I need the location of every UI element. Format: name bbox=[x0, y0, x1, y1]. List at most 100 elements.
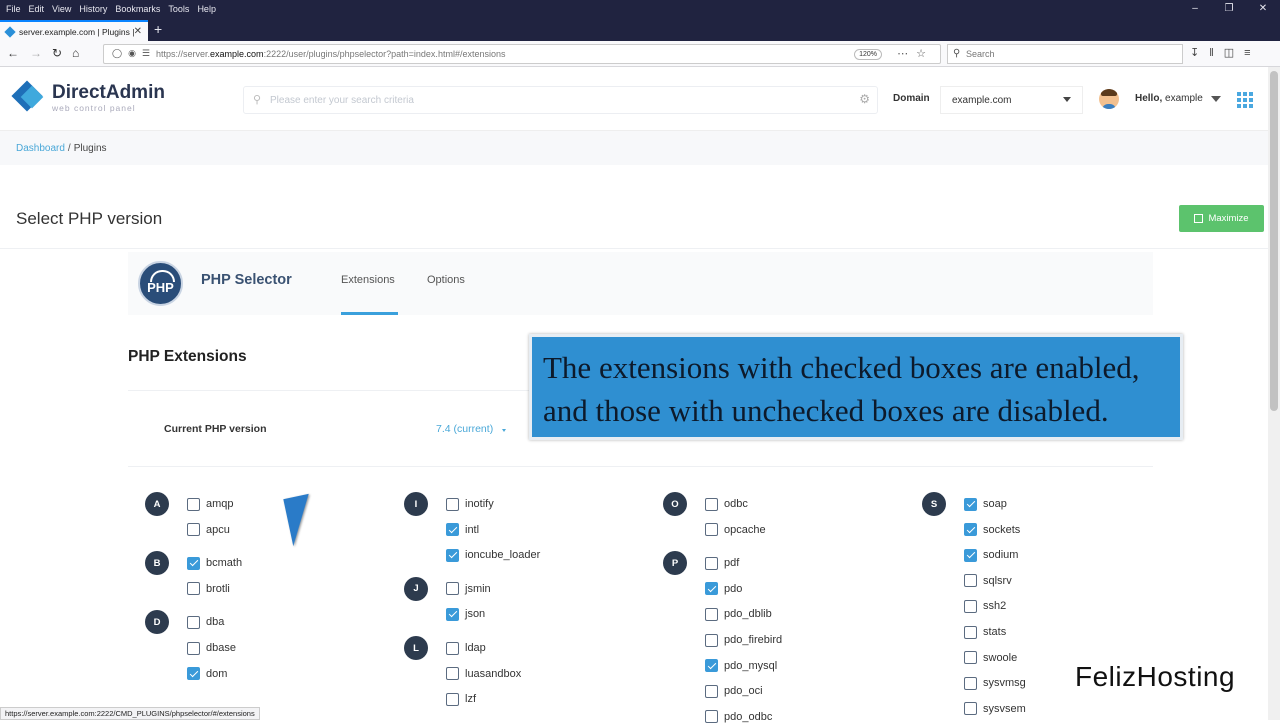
close-window-icon[interactable]: ✕ bbox=[1246, 0, 1280, 18]
extension-checkbox[interactable] bbox=[705, 607, 718, 621]
extension-ssh2[interactable]: ssh2 bbox=[964, 599, 1006, 613]
extension-apcu[interactable]: apcu bbox=[187, 523, 230, 537]
extension-pdo_odbc[interactable]: pdo_odbc bbox=[705, 710, 772, 724]
page-scrollbar[interactable] bbox=[1268, 67, 1280, 720]
extension-checkbox[interactable] bbox=[705, 684, 718, 698]
menu-tools[interactable]: Tools bbox=[168, 4, 189, 14]
extension-luasandbox[interactable]: luasandbox bbox=[446, 667, 521, 681]
breadcrumb-dashboard[interactable]: Dashboard bbox=[16, 143, 65, 154]
extension-sysvmsg[interactable]: sysvmsg bbox=[964, 676, 1026, 690]
extension-checkbox[interactable] bbox=[187, 667, 200, 681]
extension-sysvsem[interactable]: sysvsem bbox=[964, 702, 1026, 716]
extension-checkbox[interactable] bbox=[964, 574, 977, 588]
extension-checkbox[interactable] bbox=[705, 497, 718, 511]
zoom-level[interactable]: 120% bbox=[854, 49, 882, 60]
chevron-down-icon[interactable] bbox=[502, 429, 506, 432]
php-version-select[interactable]: 7.4 (current) bbox=[436, 423, 493, 435]
extension-ioncube_loader[interactable]: ioncube_loader bbox=[446, 548, 540, 562]
extension-checkbox[interactable] bbox=[446, 497, 459, 511]
scrollbar-thumb[interactable] bbox=[1270, 71, 1278, 411]
extension-checkbox[interactable] bbox=[964, 651, 977, 665]
extension-checkbox[interactable] bbox=[705, 523, 718, 537]
extension-dbase[interactable]: dbase bbox=[187, 641, 236, 655]
extension-checkbox[interactable] bbox=[446, 607, 459, 621]
extension-checkbox[interactable] bbox=[964, 497, 977, 511]
extension-checkbox[interactable] bbox=[446, 523, 459, 537]
extension-pdo_firebird[interactable]: pdo_firebird bbox=[705, 633, 782, 647]
header-search-input[interactable]: ⚲ Please enter your search criteria ⚙ bbox=[243, 86, 878, 114]
menu-view[interactable]: View bbox=[52, 4, 71, 14]
back-icon[interactable]: ← bbox=[7, 46, 19, 60]
extension-checkbox[interactable] bbox=[446, 548, 459, 562]
domain-select[interactable]: example.com bbox=[940, 86, 1083, 114]
extension-pdo_dblib[interactable]: pdo_dblib bbox=[705, 607, 772, 621]
extension-pdo_mysql[interactable]: pdo_mysql bbox=[705, 659, 777, 673]
toolbar-icons[interactable]: ↧‖◫≡ bbox=[1190, 46, 1261, 59]
extension-checkbox[interactable] bbox=[705, 710, 718, 724]
extension-checkbox[interactable] bbox=[705, 556, 718, 570]
extension-jsmin[interactable]: jsmin bbox=[446, 582, 491, 596]
extension-checkbox[interactable] bbox=[187, 582, 200, 596]
extension-checkbox[interactable] bbox=[187, 497, 200, 511]
extension-dom[interactable]: dom bbox=[187, 667, 227, 681]
tab-options[interactable]: Options bbox=[427, 274, 465, 286]
extension-checkbox[interactable] bbox=[705, 582, 718, 596]
extension-checkbox[interactable] bbox=[446, 692, 459, 706]
extension-pdo[interactable]: pdo bbox=[705, 582, 742, 596]
menu-file[interactable]: File bbox=[6, 4, 21, 14]
extension-checkbox[interactable] bbox=[964, 523, 977, 537]
extension-stats[interactable]: stats bbox=[964, 625, 1006, 639]
extension-checkbox[interactable] bbox=[187, 641, 200, 655]
extension-inotify[interactable]: inotify bbox=[446, 497, 494, 511]
restore-window-icon[interactable]: ❐ bbox=[1212, 0, 1246, 18]
browser-tab[interactable]: server.example.com | Plugins | ✕ bbox=[0, 20, 148, 41]
extension-checkbox[interactable] bbox=[446, 667, 459, 681]
extension-brotli[interactable]: brotli bbox=[187, 582, 230, 596]
site-info-icon[interactable]: ◯◉☰ bbox=[112, 48, 156, 59]
extension-intl[interactable]: intl bbox=[446, 523, 479, 537]
extension-sodium[interactable]: sodium bbox=[964, 548, 1018, 562]
extension-checkbox[interactable] bbox=[964, 625, 977, 639]
reload-icon[interactable]: ↻ bbox=[52, 46, 62, 60]
extension-pdo_oci[interactable]: pdo_oci bbox=[705, 684, 763, 698]
home-icon[interactable]: ⌂ bbox=[72, 46, 79, 60]
extension-sqlsrv[interactable]: sqlsrv bbox=[964, 574, 1012, 588]
maximize-button[interactable]: Maximize bbox=[1179, 205, 1264, 232]
extension-pdf[interactable]: pdf bbox=[705, 556, 739, 570]
extension-checkbox[interactable] bbox=[187, 556, 200, 570]
directadmin-logo[interactable]: DirectAdmin web control panel bbox=[11, 80, 165, 115]
apps-grid-icon[interactable] bbox=[1237, 92, 1253, 108]
extension-odbc[interactable]: odbc bbox=[705, 497, 748, 511]
extension-sockets[interactable]: sockets bbox=[964, 523, 1020, 537]
user-greeting[interactable]: Hello, example bbox=[1135, 93, 1203, 104]
extension-swoole[interactable]: swoole bbox=[964, 651, 1017, 665]
page-actions-icon[interactable]: ⋯☆ bbox=[897, 47, 934, 60]
extension-checkbox[interactable] bbox=[964, 676, 977, 690]
url-bar[interactable]: ◯◉☰ https://server. example.com:2222/user… bbox=[103, 44, 941, 64]
browser-search-input[interactable]: ⚲ Search bbox=[947, 44, 1183, 64]
close-tab-icon[interactable]: ✕ bbox=[134, 26, 142, 37]
menu-help[interactable]: Help bbox=[197, 4, 216, 14]
extension-opcache[interactable]: opcache bbox=[705, 523, 766, 537]
extension-bcmath[interactable]: bcmath bbox=[187, 556, 242, 570]
extension-ldap[interactable]: ldap bbox=[446, 641, 486, 655]
extension-lzf[interactable]: lzf bbox=[446, 692, 476, 706]
extension-checkbox[interactable] bbox=[705, 659, 718, 673]
avatar[interactable] bbox=[1099, 89, 1119, 109]
extension-json[interactable]: json bbox=[446, 607, 485, 621]
tab-extensions[interactable]: Extensions bbox=[341, 274, 395, 286]
extension-checkbox[interactable] bbox=[446, 582, 459, 596]
forward-icon[interactable]: → bbox=[30, 46, 42, 60]
minimize-window-icon[interactable]: – bbox=[1178, 0, 1212, 18]
extension-checkbox[interactable] bbox=[705, 633, 718, 647]
menu-history[interactable]: History bbox=[79, 4, 107, 14]
extension-checkbox[interactable] bbox=[187, 523, 200, 537]
extension-dba[interactable]: dba bbox=[187, 615, 224, 629]
menu-bookmarks[interactable]: Bookmarks bbox=[115, 4, 160, 14]
new-tab-icon[interactable]: + bbox=[154, 21, 162, 37]
gear-icon[interactable]: ⚙ bbox=[859, 92, 870, 106]
extension-checkbox[interactable] bbox=[964, 702, 977, 716]
menu-edit[interactable]: Edit bbox=[29, 4, 45, 14]
extension-checkbox[interactable] bbox=[964, 548, 977, 562]
extension-checkbox[interactable] bbox=[964, 599, 977, 613]
